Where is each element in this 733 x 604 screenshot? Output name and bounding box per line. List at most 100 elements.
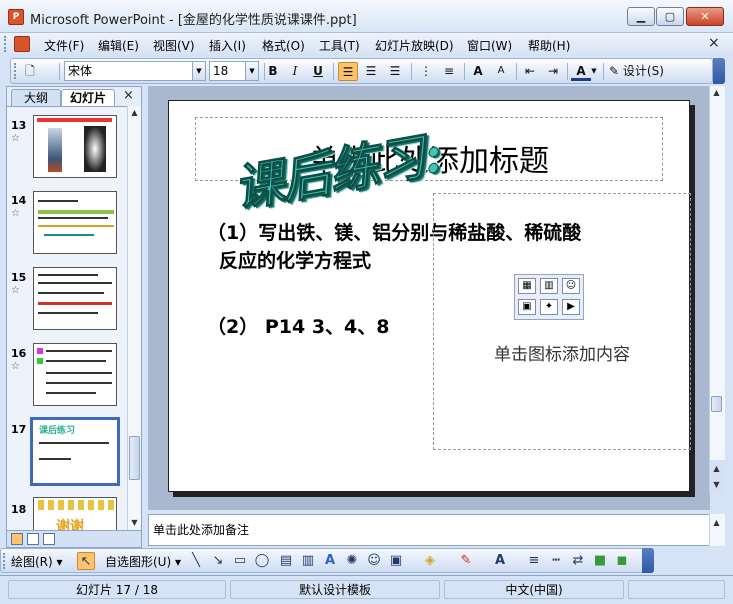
slide-thumbnail-13[interactable]: [33, 115, 117, 178]
menu-file[interactable]: 文件(F): [44, 37, 84, 54]
slide-thumbnail-16[interactable]: [33, 343, 117, 406]
slide-thumbnail-15[interactable]: [33, 267, 117, 330]
font-size-combo[interactable]: 18 ▼: [209, 61, 259, 81]
shadow-style-icon[interactable]: ■: [591, 552, 609, 570]
dash-style-icon[interactable]: ┅: [547, 552, 565, 570]
document-icon[interactable]: [14, 36, 30, 52]
chevron-down-icon[interactable]: ▼: [192, 62, 205, 80]
picture-icon[interactable]: ▣: [387, 552, 405, 570]
toolbar-grip[interactable]: [3, 553, 6, 569]
menu-tools[interactable]: 工具(T): [319, 37, 360, 54]
design-button[interactable]: ✎ 设计(S): [609, 62, 671, 81]
menu-window[interactable]: 窗口(W): [467, 37, 512, 54]
vertical-textbox-icon[interactable]: ▥: [299, 552, 317, 570]
slide-thumbnail-17[interactable]: 课后练习: [30, 417, 120, 486]
close-button[interactable]: ✕: [686, 7, 724, 26]
maximize-button[interactable]: ▢: [656, 7, 684, 26]
exercise-line-2[interactable]: （2） P14 3、4、8: [207, 313, 389, 341]
slide-thumbnail-14[interactable]: [33, 191, 117, 254]
rectangle-icon[interactable]: ▭: [231, 552, 249, 570]
next-slide-icon[interactable]: ▼: [710, 478, 723, 492]
3d-style-icon[interactable]: ◼: [613, 552, 631, 570]
window-title: Microsoft PowerPoint - [金屋的化学性质说课课件.ppt]: [30, 13, 357, 28]
line-style-icon[interactable]: ≡: [525, 552, 543, 570]
font-color-icon[interactable]: A: [571, 62, 591, 81]
underline-button[interactable]: U: [308, 62, 328, 81]
menu-grip[interactable]: [4, 36, 8, 52]
scroll-thumb[interactable]: [129, 436, 140, 480]
tab-outline[interactable]: 大纲: [11, 89, 61, 106]
slideshow-view-icon[interactable]: [43, 533, 55, 545]
arrow-style-icon[interactable]: ⇄: [569, 552, 587, 570]
numbered-list-icon[interactable]: ⋮: [416, 62, 436, 81]
scroll-up-icon[interactable]: ▲: [710, 516, 723, 530]
exercise-line-1b[interactable]: 反应的化学方程式: [219, 247, 371, 275]
bold-button[interactable]: B: [263, 62, 283, 81]
shrink-font-icon[interactable]: A: [491, 62, 511, 81]
textbox-icon[interactable]: ▤: [277, 552, 295, 570]
menu-view[interactable]: 视图(V): [153, 37, 195, 54]
menu-edit[interactable]: 编辑(E): [98, 37, 139, 54]
new-document-icon[interactable]: 🗋: [20, 62, 40, 81]
scroll-up-icon[interactable]: ▲: [128, 106, 141, 120]
insert-table-icon[interactable]: ▦: [518, 278, 536, 294]
font-color-icon[interactable]: A: [491, 552, 509, 570]
content-placeholder[interactable]: ▦ ▥ ☺ ▣ ✦ ▶ 单击图标添加内容: [433, 193, 691, 450]
decrease-indent-icon[interactable]: ⇤: [520, 62, 540, 81]
slide-sorter-view-icon[interactable]: [27, 533, 39, 545]
insert-diagram-icon[interactable]: ✦: [540, 299, 558, 315]
current-slide[interactable]: 单击此处添加标题 课后练习: （1）写出铁、镁、铝分别与稀盐酸、稀硫酸 反应的化…: [168, 100, 691, 492]
thumbnail-scrollbar[interactable]: ▲ ▼: [127, 106, 141, 530]
chevron-down-icon[interactable]: ▼: [245, 62, 258, 80]
menu-slideshow[interactable]: 幻灯片放映(D): [375, 37, 454, 54]
insert-media-icon[interactable]: ▶: [562, 299, 580, 315]
align-right-icon[interactable]: ☰: [385, 62, 405, 81]
select-pointer-icon[interactable]: ↖: [77, 552, 95, 570]
font-name-combo[interactable]: 宋体 ▼: [64, 61, 206, 81]
line-icon[interactable]: ╲: [187, 552, 205, 570]
diagram-icon[interactable]: ✺: [343, 552, 361, 570]
wordart-icon[interactable]: A: [321, 552, 339, 570]
toolbar-grip[interactable]: [14, 63, 17, 79]
insert-clipart-icon[interactable]: ☺: [562, 278, 580, 294]
menu-help[interactable]: 帮助(H): [528, 37, 570, 54]
insert-picture-icon[interactable]: ▣: [518, 299, 536, 315]
minimize-button[interactable]: ▁: [627, 7, 655, 26]
menu-format[interactable]: 格式(O): [262, 37, 305, 54]
scroll-up-icon[interactable]: ▲: [710, 86, 723, 100]
increase-indent-icon[interactable]: ⇥: [543, 62, 563, 81]
arrow-icon[interactable]: ↘: [209, 552, 227, 570]
panel-close-button[interactable]: ×: [123, 88, 134, 103]
animation-star-icon: ☆: [11, 285, 20, 296]
align-left-icon[interactable]: ☰: [338, 62, 358, 81]
slide-thumbnail-18[interactable]: 谢谢: [33, 497, 117, 530]
thumb-text-line: [38, 274, 98, 276]
thumb-title-bar: [37, 118, 112, 122]
normal-view-icon[interactable]: [11, 533, 23, 545]
toolbar-separator: [333, 63, 334, 80]
scroll-down-icon[interactable]: ▼: [128, 516, 141, 530]
tab-slides[interactable]: 幻灯片: [61, 89, 115, 106]
slide-scrollbar[interactable]: ▲: [709, 86, 725, 494]
line-color-icon[interactable]: ✎: [457, 552, 475, 570]
grow-font-icon[interactable]: A: [468, 62, 488, 81]
fill-color-icon[interactable]: ◈: [421, 552, 439, 570]
status-design-template[interactable]: 默认设计模板: [230, 580, 440, 599]
scroll-thumb[interactable]: [711, 396, 722, 412]
chevron-down-icon[interactable]: ▼: [589, 62, 599, 81]
oval-icon[interactable]: ◯: [253, 552, 271, 570]
menu-insert[interactable]: 插入(I): [209, 37, 246, 54]
italic-button[interactable]: I: [285, 62, 305, 81]
notes-scrollbar[interactable]: ▲: [709, 514, 725, 546]
insert-chart-icon[interactable]: ▥: [540, 278, 558, 294]
align-center-icon[interactable]: ☰: [361, 62, 381, 81]
clipart-icon[interactable]: ☺: [365, 552, 383, 570]
toolbar-options-button[interactable]: [642, 548, 654, 573]
draw-menu-button[interactable]: 绘图(R) ▾: [11, 553, 63, 570]
toolbar-options-button[interactable]: [713, 58, 725, 84]
autoshapes-menu-button[interactable]: 自选图形(U) ▾: [105, 553, 181, 570]
bullet-list-icon[interactable]: ≡: [439, 62, 459, 81]
previous-slide-icon[interactable]: ▲: [710, 462, 723, 476]
document-close-button[interactable]: ×: [708, 35, 720, 51]
notes-pane[interactable]: 单击此处添加备注: [148, 514, 710, 546]
